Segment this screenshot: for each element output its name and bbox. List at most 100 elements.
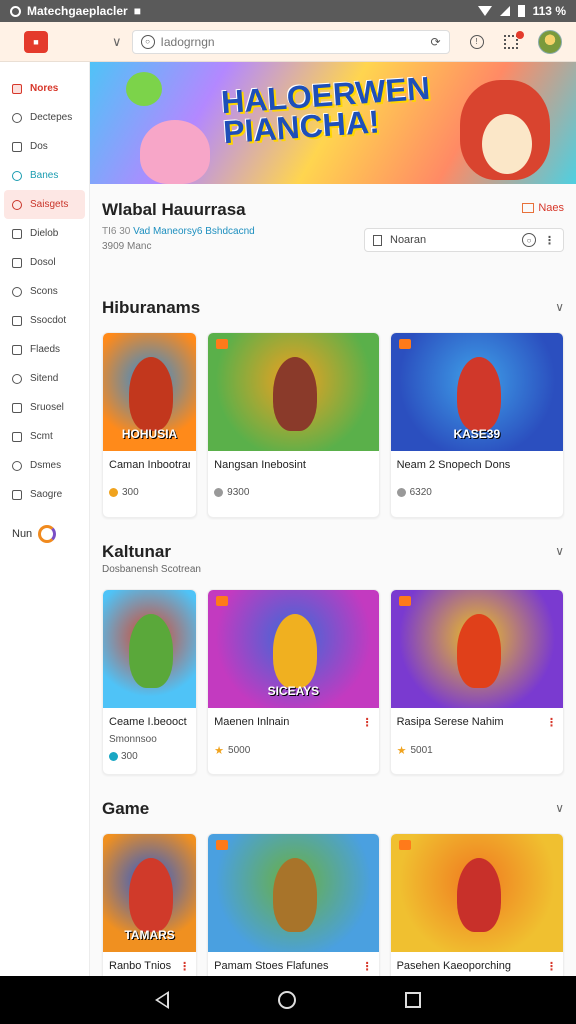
section-header[interactable]: Hiburanams ∨ xyxy=(102,288,564,318)
sidebar-item[interactable]: Banes xyxy=(0,161,89,190)
game-card[interactable]: TAMARSRanbo Tnios⋮2000 xyxy=(102,833,198,976)
card-body: Nangsan Inebosint 9300 xyxy=(208,451,378,517)
home-icon[interactable] xyxy=(277,991,296,1009)
sidebar-item-icon xyxy=(12,344,22,355)
settings-icon[interactable]: ○ xyxy=(522,233,536,247)
game-card[interactable]: SICEAYS Maenen Inlnain ⋮ ★ 5000 xyxy=(207,589,380,775)
sidebar-item[interactable]: Sruosel xyxy=(0,393,89,422)
card-row: HOHUSIA Caman Inbootran 300 Nangsan Inebosi… xyxy=(102,332,564,518)
featured-link[interactable]: Vad Maneorsy6 Bshdcacnd xyxy=(133,226,255,237)
recent-apps-icon[interactable] xyxy=(405,992,422,1008)
promo-banner[interactable]: HALOERWEN PIANCHA! xyxy=(90,62,576,184)
coin-icon xyxy=(396,488,406,497)
game-name: Rasipa Serese Nahim xyxy=(396,716,504,728)
sidebar-item-label: Sitend xyxy=(30,373,59,384)
section-subtitle: Dosbanensh Scotrean xyxy=(102,564,201,575)
game-name: Ranbo Tnios xyxy=(109,960,172,972)
game-card[interactable]: HOHUSIA Caman Inbootran 300 xyxy=(102,332,198,518)
more-options-icon[interactable]: ⋮ xyxy=(362,716,373,729)
sidebar-footer[interactable]: Nun xyxy=(0,519,89,549)
sidebar-item[interactable]: Dos xyxy=(0,132,89,161)
sidebar-item[interactable]: Scons xyxy=(0,277,89,306)
card-body: Pamam Stoes Flafunes⋮1000 xyxy=(208,952,378,976)
search-bar[interactable]: ○ ⟳ xyxy=(131,29,450,54)
game-thumbnail: SICEAYS xyxy=(208,590,379,708)
sidebar-item[interactable]: Saisgets xyxy=(4,190,85,219)
chevron-down-icon[interactable]: ∨ xyxy=(555,544,564,558)
sort-selector[interactable]: Noaran ○ ⋮ xyxy=(364,228,564,252)
featured-count: 3909 xyxy=(102,241,125,252)
voice-search-icon[interactable]: ⟳ xyxy=(430,35,440,49)
sidebar-item-label: Dos xyxy=(30,141,48,152)
more-options-icon[interactable]: ⋮ xyxy=(546,716,557,729)
game-card[interactable]: Pamam Stoes Flafunes⋮1000 xyxy=(207,833,380,976)
card-body: Maenen Inlnain ⋮ ★ 5000 xyxy=(208,708,378,774)
chevron-down-icon[interactable]: ∨ xyxy=(112,34,122,50)
game-thumbnail: TAMARS xyxy=(103,834,197,952)
sidebar-item-icon xyxy=(12,431,22,442)
sidebar-item[interactable]: Dosol xyxy=(0,248,89,277)
badge-icon xyxy=(398,339,411,349)
news-button[interactable]: Naes xyxy=(522,202,564,214)
game-subtitle: Smonnsoo xyxy=(109,734,157,745)
search-icon: ○ xyxy=(140,34,155,49)
star-icon: ★ xyxy=(396,745,407,757)
game-price: 300 xyxy=(109,751,190,762)
sidebar-item[interactable]: Flaeds xyxy=(0,335,89,364)
sidebar-item-icon xyxy=(12,373,22,384)
more-options-icon[interactable]: ⋮ xyxy=(179,960,190,973)
sidebar-item[interactable]: Dsmes xyxy=(0,451,89,480)
more-options-icon[interactable]: ⋮ xyxy=(544,234,555,247)
badge-icon xyxy=(216,339,229,349)
app-logo-icon[interactable]: ■ xyxy=(24,30,48,53)
game-card[interactable]: Nangsan Inebosint 9300 xyxy=(207,332,380,518)
sidebar-item-icon xyxy=(12,460,22,471)
game-card[interactable]: KASE39 Neam 2 Snopech Dons 6320 xyxy=(389,332,564,518)
price-value: 5001 xyxy=(410,745,433,756)
character-image xyxy=(129,858,173,932)
sidebar-item[interactable]: Scmt xyxy=(0,422,89,451)
qr-code-icon[interactable] xyxy=(503,30,524,49)
more-options-icon[interactable]: ⋮ xyxy=(546,960,557,973)
avatar[interactable] xyxy=(537,29,562,54)
coin-icon xyxy=(109,752,118,761)
game-card[interactable]: Pasehen Kaeoporching⋮3000 xyxy=(389,833,564,976)
history-icon[interactable]: ! xyxy=(469,34,484,49)
sidebar-item[interactable]: Sitend xyxy=(0,364,89,393)
notification-badge xyxy=(515,30,524,39)
sidebar-item[interactable]: Nores xyxy=(0,74,89,103)
search-input[interactable] xyxy=(160,34,431,49)
price-value: 9300 xyxy=(227,487,250,498)
game-name: Pamam Stoes Flafunes xyxy=(214,960,329,972)
sidebar-item[interactable]: Dielob xyxy=(0,219,89,248)
game-thumbnail xyxy=(390,834,563,952)
featured-code: TI6 30 xyxy=(102,226,131,237)
sidebar-item-icon xyxy=(12,228,22,239)
sidebar-item[interactable]: Ssocdot xyxy=(0,306,89,335)
section-header[interactable]: Kaltunar ∨ xyxy=(102,532,564,562)
card-body: Ceame I.beooct Smonnsoo 300 xyxy=(103,708,196,774)
chevron-down-icon[interactable]: ∨ xyxy=(555,801,564,815)
sidebar-item-label: Dectepes xyxy=(30,112,73,123)
sidebar-item-label: Banes xyxy=(30,170,59,181)
featured-header: Wlabal Hauurrasa TI6 30 Vad Maneorsy6 Bs… xyxy=(90,184,576,292)
sidebar-item-icon xyxy=(12,402,22,413)
card-body: Caman Inbootran 300 xyxy=(103,451,196,517)
sidebar-item[interactable]: Dectepes xyxy=(0,103,89,132)
game-price: 300 xyxy=(109,487,190,498)
game-name: Caman Inbootran xyxy=(109,459,191,471)
sidebar-item[interactable]: Saogre xyxy=(0,480,89,509)
game-card[interactable]: Rasipa Serese Nahim ⋮ ★ 5001 xyxy=(389,589,564,775)
section-header[interactable]: Game ∨ xyxy=(102,789,564,819)
sidebar-item-icon xyxy=(12,199,22,210)
sidebar-item-icon xyxy=(12,83,22,94)
sidebar-item-label: Dielob xyxy=(30,228,59,239)
document-icon xyxy=(373,234,382,246)
back-icon[interactable] xyxy=(154,991,169,1009)
character-image xyxy=(273,614,318,688)
status-app-label: Matechgaeplacler xyxy=(27,4,128,18)
character-image xyxy=(273,858,318,932)
more-options-icon[interactable]: ⋮ xyxy=(362,960,373,973)
game-card[interactable]: Ceame I.beooct Smonnsoo 300 xyxy=(102,589,198,775)
chevron-down-icon[interactable]: ∨ xyxy=(555,300,564,314)
